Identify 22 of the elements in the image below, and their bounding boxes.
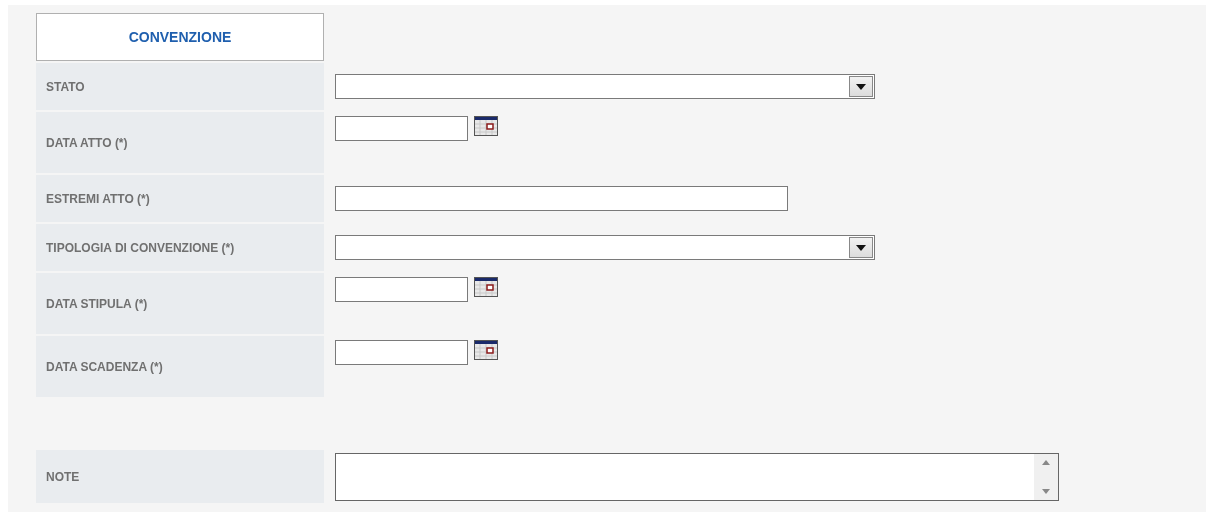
dropdown-arrow-icon [856, 83, 866, 90]
calendar-icon[interactable] [474, 340, 498, 360]
dropdown-field[interactable] [335, 74, 875, 99]
section-header: CONVENZIONE [36, 13, 324, 61]
date-field[interactable] [335, 340, 468, 365]
calendar-icon[interactable] [474, 277, 498, 297]
dropdown-arrow-icon [856, 244, 866, 251]
text-field[interactable] [335, 186, 788, 211]
field-label: TIPOLOGIA DI CONVENZIONE (*) [36, 224, 324, 271]
field-label: DATA SCADENZA (*) [36, 336, 324, 397]
scroll-down-icon[interactable] [1042, 488, 1050, 494]
calendar-icon[interactable] [474, 116, 498, 136]
field-label: STATO [36, 63, 324, 110]
notes-textarea[interactable] [335, 452, 1059, 501]
field-label: NOTE [36, 450, 324, 503]
dropdown-field[interactable] [335, 235, 875, 260]
scroll-up-icon[interactable] [1042, 459, 1050, 465]
field-label: DATA STIPULA (*) [36, 273, 324, 334]
date-field[interactable] [335, 277, 468, 302]
date-field[interactable] [335, 116, 468, 141]
field-label: DATA ATTO (*) [36, 112, 324, 173]
field-label: ESTREMI ATTO (*) [36, 175, 324, 222]
